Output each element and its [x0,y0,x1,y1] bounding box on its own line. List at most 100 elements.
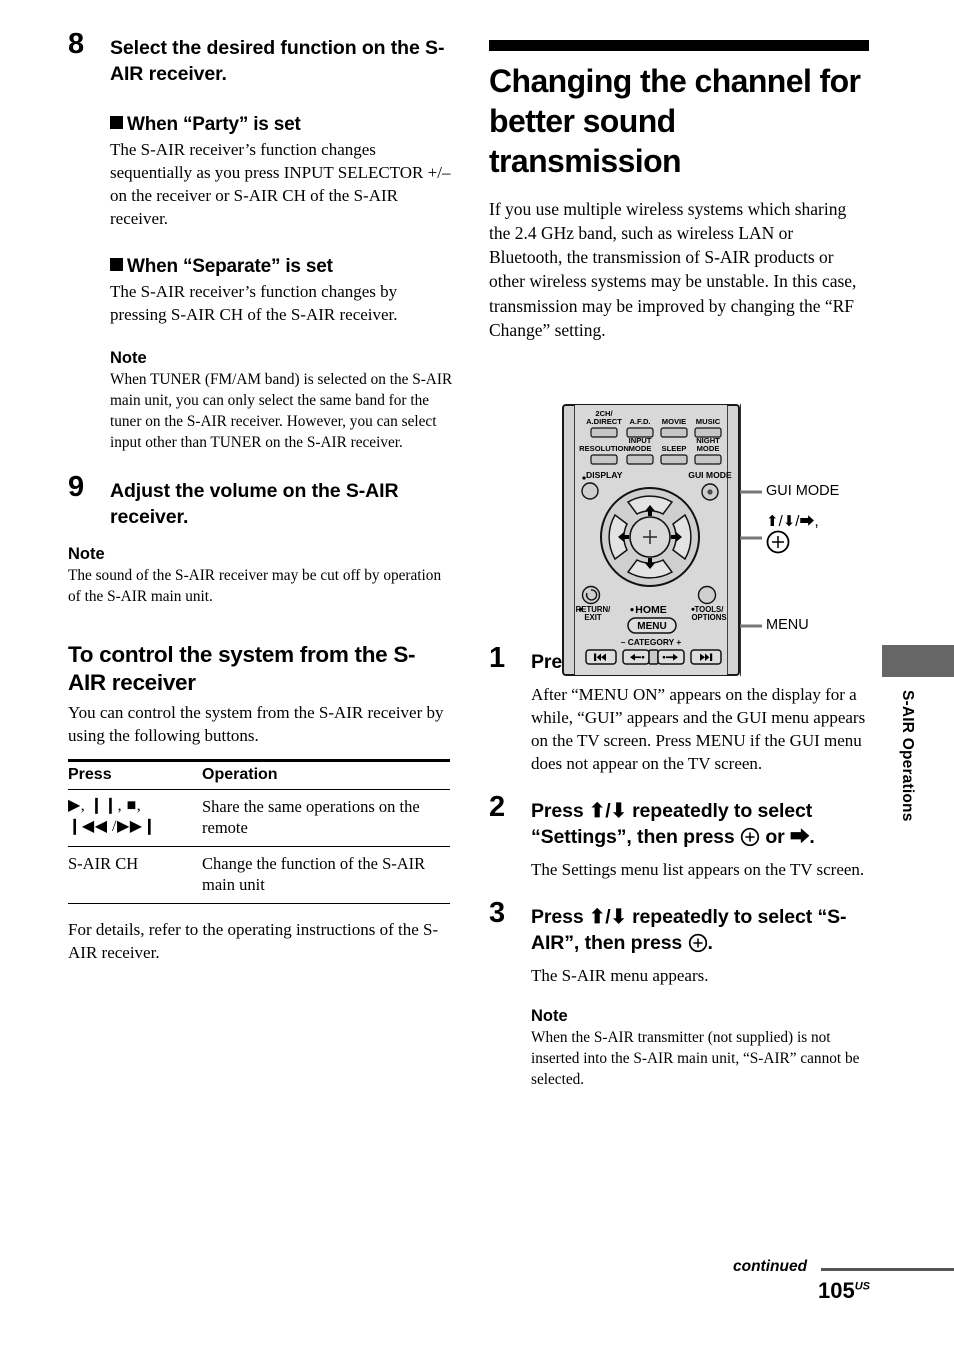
table-header-row: Press Operation [68,759,450,790]
callout-label-menu: MENU [766,617,809,633]
display-dot-icon [582,476,586,480]
btn-label-resolution: RESOLUTION [579,444,629,453]
step-3: 3 Press ⬆/⬇ repeatedly to select “S-AIR”… [489,899,869,1090]
transport-glyphs-line1: ▶, ❙❙, ■, [68,797,142,814]
page-number-suffix: US [854,1280,870,1293]
gui-mode-dot-icon [707,489,713,495]
enter-button-icon [688,933,707,953]
btn-label-category: – CATEGORY + [621,637,682,647]
btn-label-afd: A.F.D. [629,417,650,426]
page-number-value: 105 [818,1278,855,1303]
step-2-title-part1: Press [531,800,589,823]
button-input-mode[interactable] [626,454,654,465]
control-section-outro: For details, refer to the operating inst… [68,919,439,962]
button-sleep[interactable] [660,454,688,465]
btn-label-music: MUSIC [696,417,721,426]
remote-control-svg: 2CH/ A.DIRECT A.F.D. MOVIE MUSIC RESOLUT… [562,404,740,676]
table-cell-press-sair-ch: S-AIR CH [68,846,202,904]
note-3-heading: Note [531,1007,568,1026]
tools-dot-icon [691,607,695,611]
step-3-title-part3: . [707,932,713,955]
return-dot-icon [579,607,582,611]
black-square-icon [110,258,123,272]
black-square-icon [110,115,123,129]
continued-rule [821,1268,954,1271]
button-resolution[interactable] [590,454,618,465]
subsection-separate-body: The S-AIR receiver’s function changes by… [110,282,398,325]
note-heading: Note [110,348,147,367]
table-cell-operation: Share the same operations on the remote [202,789,450,847]
operations-table: Press Operation ▶, ❙❙, ■, ❙◀◀ /▶▶❙ Share… [68,759,450,904]
table-row: ▶, ❙❙, ■, ❙◀◀ /▶▶❙ Share the same operat… [68,789,450,847]
step-9-number: 9 [68,470,85,503]
control-section-intro: You can control the system from the S-AI… [68,702,444,745]
remote-callouts: GUI MODE ⬆/⬇/⮕, MENU [740,404,954,676]
button-tools-options[interactable] [697,585,717,605]
callout-label-gui-mode: GUI MODE [766,483,840,499]
btn-label-input-mode-line2: MODE [629,444,652,453]
subsection-separate-heading: When “Separate” is set [110,256,453,278]
enter-button-icon [740,827,760,847]
page-number: 105US [818,1278,870,1304]
callout-enter-button-icon [766,530,790,554]
button-movie[interactable] [660,427,688,438]
right-arrow-icon: ⮕ [789,826,810,849]
step-3-body: The S-AIR menu appears. [531,966,709,985]
step-9: 9 Adjust the volume on the S-AIR receive… [68,472,453,531]
btn-label-tools-line2: OPTIONS [691,613,726,622]
step-3-title: Press ⬆/⬇ repeatedly to select “S-AIR”, … [531,905,869,957]
step-8-title: Select the desired function on the S-AIR… [110,37,445,85]
side-tab-marker [882,645,954,677]
subsection-separate-label: When “Separate” is set [127,256,333,278]
table-header-operation: Operation [202,759,450,790]
side-tab-label: S-AIR Operations [899,690,916,822]
btn-label-gui-mode: GUI MODE [688,470,732,480]
step-3-number: 3 [489,897,506,930]
btn-label-2ch-adirect-line2: A.DIRECT [586,417,622,426]
step-1-number: 1 [489,641,506,674]
transport-glyphs-line2: ❙◀◀ /▶▶❙ [68,817,157,835]
category-divider-key[interactable] [648,649,659,665]
left-column: 8 Select the desired function on the S-A… [68,30,453,964]
up-down-arrows-icon: ⬆/⬇ [588,906,627,929]
note-3-body: When the S-AIR transmitter (not supplied… [531,1029,860,1089]
callout-label-dpad-arrows: ⬆/⬇/⮕, [766,513,819,530]
btn-label-movie: MOVIE [662,417,686,426]
button-display[interactable] [581,482,599,500]
step-2-title-part3: or [760,826,790,849]
up-down-arrows-icon: ⬆/⬇ [588,800,627,823]
subsection-party-body: The S-AIR receiver’s function changes se… [110,139,451,229]
note-9-body: The sound of the S-AIR receiver may be c… [68,566,442,605]
page-title: Changing the channel for better sound tr… [489,63,861,179]
home-dot-icon [630,608,634,612]
note-body: When TUNER (FM/AM band) is selected on t… [110,370,453,451]
table-cell-press-glyphs: ▶, ❙❙, ■, ❙◀◀ /▶▶❙ [68,789,202,847]
step-1-body: After “MENU ON” appears on the display f… [531,684,866,774]
step-8-number: 8 [68,28,85,60]
btn-label-sleep: SLEEP [662,444,687,453]
control-section-heading: To control the system from the S-AIR rec… [68,642,416,695]
step-9-title: Adjust the volume on the S-AIR receiver. [110,479,399,528]
btn-label-display: DISPLAY [586,470,623,480]
btn-label-night-mode-line2: MODE [697,444,720,453]
step-2-number: 2 [489,791,506,824]
remote-illustration: 2CH/ A.DIRECT A.F.D. MOVIE MUSIC RESOLUT… [562,404,954,679]
button-2ch-adirect[interactable] [590,427,618,438]
step-3-title-part1: Press [531,906,589,929]
step-2: 2 Press ⬆/⬇ repeatedly to select “Settin… [489,793,869,881]
subsection-party-heading: When “Party” is set [110,114,453,136]
btn-label-home: HOME [635,604,667,616]
button-night-mode[interactable] [694,454,722,465]
subsection-party-label: When “Party” is set [127,113,301,135]
continued-label: continued [733,1258,808,1275]
table-cell-operation: Change the function of the S-AIR main un… [202,846,450,904]
step-8: 8 Select the desired function on the S-A… [68,30,453,453]
table-header-press: Press [68,759,202,790]
step-2-title-part4: . [809,826,815,849]
btn-label-return-line2: EXIT [584,613,602,622]
step-2-title: Press ⬆/⬇ repeatedly to select “Settings… [531,799,869,851]
section-rule-bar [489,40,869,51]
btn-label-menu: MENU [637,621,666,632]
table-row: S-AIR CH Change the function of the S-AI… [68,846,450,904]
step-2-body: The Settings menu list appears on the TV… [531,860,865,880]
